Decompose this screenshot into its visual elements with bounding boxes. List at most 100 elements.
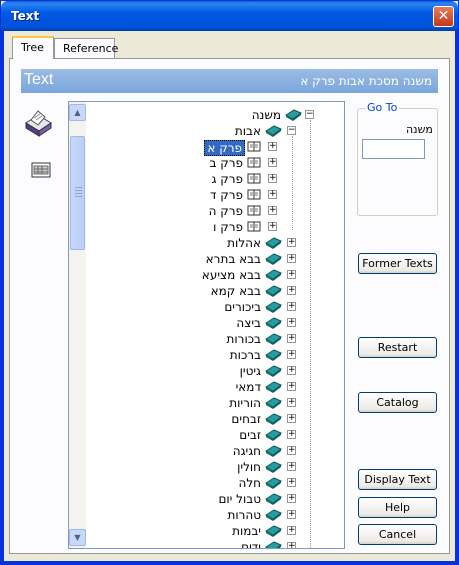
tree-node[interactable]: + פרק ב <box>69 155 339 171</box>
cancel-button[interactable]: Cancel <box>358 524 437 545</box>
book-icon <box>265 317 282 329</box>
expand-toggle-icon[interactable]: + <box>287 462 296 471</box>
expand-toggle-icon[interactable]: + <box>287 286 296 295</box>
book-icon <box>265 509 282 521</box>
tree-node-label: ברכות <box>229 348 261 362</box>
book-icon <box>265 269 282 281</box>
tree-node[interactable]: + חלה <box>69 475 339 491</box>
tree-node[interactable]: + פרק ה <box>69 203 339 219</box>
display-text-button[interactable]: Display Text <box>358 469 437 490</box>
tree-node-label: פרק ג <box>211 172 243 186</box>
tree-node[interactable]: + בכורות <box>69 331 339 347</box>
expand-toggle-icon[interactable]: + <box>287 270 296 279</box>
catalog-button[interactable]: Catalog <box>358 392 437 413</box>
tree-node[interactable]: + ביכורים <box>69 299 339 315</box>
expand-toggle-icon[interactable]: + <box>287 350 296 359</box>
tree-node[interactable]: + יבמות <box>69 523 339 539</box>
printer-icon[interactable] <box>23 109 53 142</box>
tree-node[interactable]: + פרק א <box>69 139 339 156</box>
tree-node[interactable]: + בבא קמא <box>69 283 339 299</box>
restart-button[interactable]: Restart <box>358 337 437 358</box>
tree-node-label: בבא בתרא <box>205 252 261 266</box>
tree-node[interactable]: + דמאי <box>69 379 339 395</box>
tree-node-label: זבים <box>239 428 261 442</box>
tree-node[interactable]: + חגיגה <box>69 443 339 459</box>
expand-toggle-icon[interactable]: + <box>287 542 296 548</box>
book-icon <box>265 253 282 265</box>
keyboard-icon[interactable] <box>30 159 52 184</box>
book-icon <box>265 541 282 548</box>
tree-node-label: יבמות <box>232 524 261 538</box>
tree-node[interactable]: + ברכות <box>69 347 339 363</box>
book-icon <box>265 349 282 361</box>
tree-node-label: פרק א <box>204 140 245 156</box>
expand-toggle-icon[interactable]: + <box>268 206 277 215</box>
expand-toggle-icon[interactable]: + <box>287 302 296 311</box>
book-icon <box>265 445 282 457</box>
tree-node[interactable]: + פרק ו <box>69 219 339 235</box>
expand-toggle-icon[interactable]: + <box>287 478 296 487</box>
tree-node[interactable]: + טהרות <box>69 507 339 523</box>
expand-toggle-icon[interactable]: + <box>287 366 296 375</box>
expand-toggle-icon[interactable]: + <box>268 174 277 183</box>
expand-toggle-icon[interactable]: + <box>268 142 277 151</box>
tree-node[interactable]: + טבול יום <box>69 491 339 507</box>
tree-node[interactable]: + גיטין <box>69 363 339 379</box>
book-icon <box>265 365 282 377</box>
tree-node-label: חגיגה <box>232 444 261 458</box>
tree-node-label: ידים <box>241 540 261 549</box>
expand-toggle-icon[interactable]: + <box>268 222 277 231</box>
expand-toggle-icon[interactable]: + <box>287 334 296 343</box>
tree-node[interactable]: + בבא מציעא <box>69 267 339 283</box>
goto-input[interactable] <box>362 139 425 159</box>
expand-toggle-icon[interactable]: + <box>268 158 277 167</box>
book-icon <box>265 525 282 537</box>
goto-label: משנה <box>406 123 433 136</box>
tab-tree[interactable]: Tree <box>12 36 54 59</box>
former-texts-button[interactable]: Former Texts <box>358 253 437 274</box>
book-icon <box>265 493 282 505</box>
tree-node-label: פרק ה <box>208 204 243 218</box>
book-icon <box>265 125 282 137</box>
tree-node[interactable]: + ביצה <box>69 315 339 331</box>
title-bar[interactable]: Text ✕ <box>1 1 458 31</box>
tree-node[interactable]: + זבים <box>69 427 339 443</box>
tree-node[interactable]: − משנה <box>69 107 339 123</box>
collapse-toggle-icon[interactable]: − <box>287 126 296 135</box>
window-frame-right <box>455 31 458 564</box>
expand-toggle-icon[interactable]: + <box>287 318 296 327</box>
tree-node-label: פרק ב <box>209 156 243 170</box>
expand-toggle-icon[interactable]: + <box>287 382 296 391</box>
tab-reference[interactable]: Reference <box>54 38 118 58</box>
expand-toggle-icon[interactable]: + <box>287 446 296 455</box>
tree-node[interactable]: + בבא בתרא <box>69 251 339 267</box>
tree-node[interactable]: + חולין <box>69 459 339 475</box>
tree-node[interactable]: − אבות <box>69 123 339 139</box>
tree-node[interactable]: + פרק ג <box>69 171 339 187</box>
collapse-toggle-icon[interactable]: − <box>305 110 314 119</box>
book-icon <box>265 381 282 393</box>
expand-toggle-icon[interactable]: + <box>287 238 296 247</box>
expand-toggle-icon[interactable]: + <box>287 254 296 263</box>
expand-toggle-icon[interactable]: + <box>268 190 277 199</box>
expand-toggle-icon[interactable]: + <box>287 414 296 423</box>
book-icon <box>265 237 282 249</box>
tree-node-label: זבחים <box>231 412 261 426</box>
tree-node[interactable]: + פרק ד <box>69 187 339 203</box>
tree-node[interactable]: + זבחים <box>69 411 339 427</box>
tree-view[interactable]: ▲ ▼ − משנה − אבות + פרק א + פרק ב + פרק ג + פרק ד + פ… <box>68 101 345 549</box>
book-icon <box>265 301 282 313</box>
expand-toggle-icon[interactable]: + <box>287 494 296 503</box>
expand-toggle-icon[interactable]: + <box>287 510 296 519</box>
tree-node[interactable]: + הוריות <box>69 395 339 411</box>
tree-node[interactable]: + ידים <box>69 539 339 549</box>
close-button[interactable]: ✕ <box>433 6 454 27</box>
expand-toggle-icon[interactable]: + <box>287 430 296 439</box>
expand-toggle-icon[interactable]: + <box>287 526 296 535</box>
chapter-icon <box>247 189 264 200</box>
expand-toggle-icon[interactable]: + <box>287 398 296 407</box>
help-button[interactable]: Help <box>358 497 437 518</box>
tree-node[interactable]: + אהלות <box>69 235 339 251</box>
tree-node-label: אבות <box>234 124 261 138</box>
goto-legend: Go To <box>365 101 400 114</box>
